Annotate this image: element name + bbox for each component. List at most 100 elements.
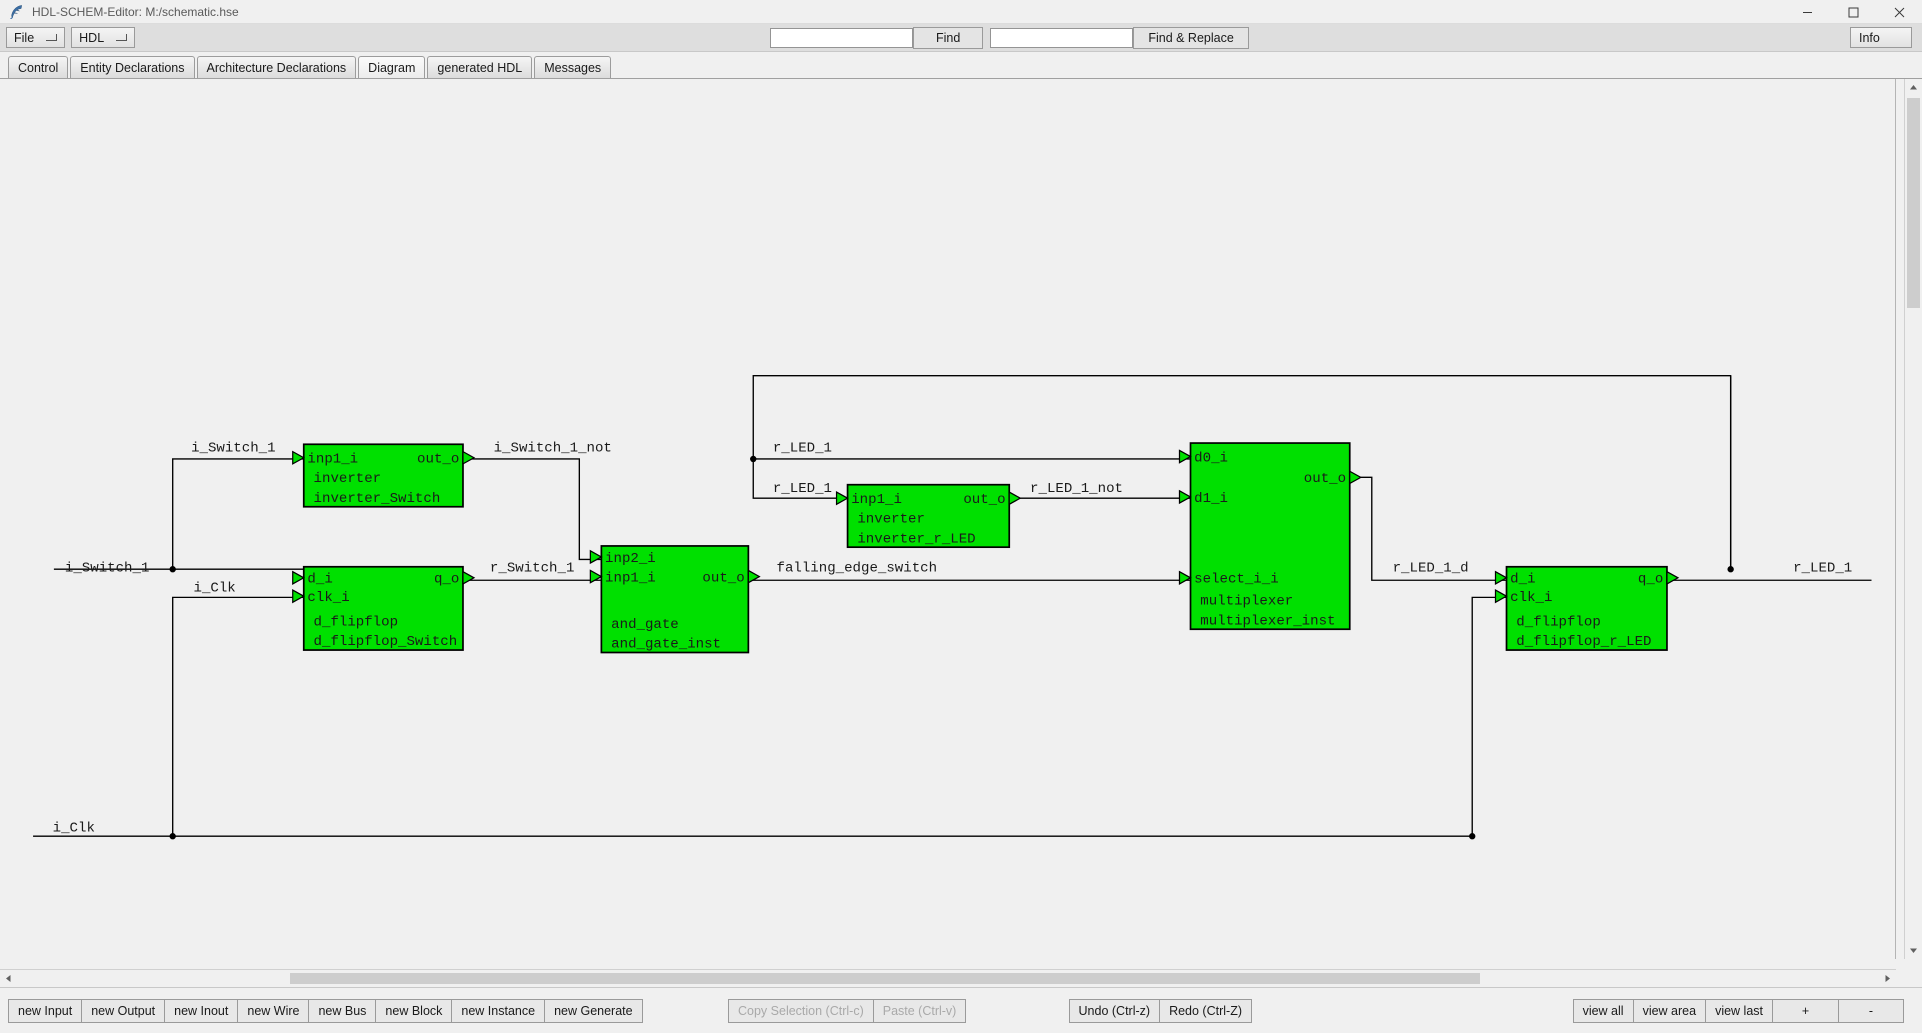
find-replace-input[interactable] [990, 27, 1134, 48]
zoom-in-button[interactable]: + [1772, 998, 1838, 1023]
output-port-arrow-icon [1008, 491, 1022, 506]
block-d-flipflop-switch[interactable]: d_i clk_i q_o d_flipflop d_flipflop_Switch [292, 565, 476, 651]
tab-label: Entity Declarations [80, 60, 185, 75]
tab-generated-hdl[interactable]: generated HDL [427, 56, 533, 78]
output-port-label-out_o: out_o [702, 570, 744, 586]
vertical-scroll-thumb[interactable] [1907, 98, 1920, 308]
wire-label-falling-edge-switch: falling_edge_switch [777, 561, 938, 577]
bottom-toolbar: new Input new Output new Inout new Wire new … [0, 987, 1922, 1033]
input-port-arrow-icon [292, 570, 306, 585]
scroll-down-icon[interactable] [1905, 942, 1922, 959]
input-port-label-inp1_i: inp1_i [307, 452, 358, 468]
wire-i-switch-1-not[interactable] [462, 458, 602, 561]
scroll-right-icon[interactable] [1879, 970, 1896, 987]
info-button-label: Info [1859, 30, 1880, 45]
button-new-wire[interactable]: new Wire [237, 998, 309, 1023]
block-entity-label: multiplexer [1200, 594, 1293, 610]
horizontal-scroll-thumb[interactable] [290, 973, 1480, 984]
undo-button[interactable]: Undo (Ctrl-z) [1068, 998, 1160, 1023]
find-replace-button[interactable]: Find & Replace [1133, 26, 1249, 49]
input-port-label-d0_i: d0_i [1194, 450, 1228, 466]
block-d-flipflop-r-led[interactable]: d_i clk_i q_o d_flipflop d_flipflop_r_LED [1494, 565, 1680, 651]
block-instance-label: d_flipflop_Switch [314, 634, 458, 650]
horizontal-scrollbar[interactable] [0, 969, 1896, 987]
window-controls [1784, 0, 1922, 24]
block-entity-label: and_gate [611, 617, 679, 633]
block-entity-label: inverter [314, 471, 382, 487]
tab-diagram[interactable]: Diagram [358, 56, 426, 78]
output-port-label-out_o: out_o [417, 452, 459, 468]
close-icon[interactable] [1876, 0, 1922, 24]
wire-junction [169, 566, 176, 573]
output-port-arrow-icon [1666, 570, 1680, 585]
block-instance-label: inverter_Switch [314, 491, 441, 507]
tab-messages[interactable]: Messages [534, 56, 612, 78]
block-group: inp1_i out_o inverter inverter_Switch d_iclk… [292, 442, 1680, 654]
button-new-inout[interactable]: new Inout [164, 998, 238, 1023]
wire-i-clk-to-dff-led[interactable] [1471, 596, 1507, 837]
scroll-left-icon[interactable] [0, 970, 17, 987]
maximize-icon[interactable] [1830, 0, 1876, 24]
copy-selection-button: Copy Selection (Ctrl-c) [728, 998, 873, 1023]
block-entity-label: inverter [857, 512, 925, 528]
button-new-output[interactable]: new Output [81, 998, 165, 1023]
button-view-all[interactable]: view all [1572, 998, 1633, 1023]
vertical-scrollbar[interactable] [1904, 79, 1922, 959]
window-title: HDL-SCHEM-Editor: M:/schematic.hse [32, 4, 239, 19]
menu-hdl[interactable]: HDL [71, 27, 136, 48]
input-port-arrow-icon [1178, 449, 1192, 464]
title-bar: HDL-SCHEM-Editor: M:/schematic.hse [0, 0, 1922, 24]
diagram-canvas-region: inp1_i out_o inverter inverter_Switch d_i clk… [0, 79, 1922, 987]
block-and-gate[interactable]: inp2_i inp1_i out_o and_gate and_gate_inst [589, 545, 761, 654]
find-toolbar: Find Find & Replace [770, 26, 1249, 49]
button-new-instance[interactable]: new Instance [451, 998, 545, 1023]
block-multiplexer[interactable]: d0_i d1_i select_i_i out_o multiplexer multip… [1178, 442, 1363, 631]
tab-label: Architecture Declarations [206, 60, 347, 75]
schematic-drawing: inp1_i out_o inverter inverter_Switch d_iclk… [33, 375, 1872, 840]
wire-i-clk-to-dff-switch[interactable] [172, 596, 304, 837]
wire-label-i-switch-1-top: i_Switch_1 [191, 441, 275, 457]
wire-label-r-switch-1: r_Switch_1 [490, 561, 574, 577]
button-view-area[interactable]: view area [1632, 998, 1706, 1023]
block-inverter-switch[interactable]: inp1_i out_o inverter inverter_Switch [292, 443, 476, 508]
button-new-input[interactable]: new Input [8, 998, 82, 1023]
menu-hdl-label: HDL [79, 30, 105, 45]
chevron-down-icon [46, 33, 59, 42]
block-instance-label: inverter_r_LED [857, 531, 975, 547]
wire-i-switch-1-to-inverter[interactable] [172, 458, 304, 570]
clipboard-buttons: Copy Selection (Ctrl-c) Paste (Ctrl-v) [728, 998, 967, 1023]
tab-label: Control [18, 60, 59, 75]
button-new-bus[interactable]: new Bus [308, 998, 376, 1023]
button-new-generate[interactable]: new Generate [544, 998, 643, 1023]
output-port-arrow-icon [1349, 470, 1363, 485]
tab-entity-declarations[interactable]: Entity Declarations [70, 56, 195, 78]
input-port-label-inp1_i: inp1_i [605, 570, 656, 586]
menu-file[interactable]: File [6, 27, 66, 48]
find-button[interactable]: Find [913, 26, 984, 49]
tab-architecture-declarations[interactable]: Architecture Declarations [196, 56, 357, 78]
find-input[interactable] [770, 27, 913, 48]
block-instance-label: d_flipflop_r_LED [1516, 634, 1651, 650]
button-new-block[interactable]: new Block [375, 998, 452, 1023]
input-port-arrow-icon [1494, 570, 1508, 585]
menu-bar: File HDL Find Find & Replace Info [0, 24, 1922, 52]
input-port-label-inp2_i: inp2_i [605, 551, 656, 567]
wire-label-i-switch-1-not: i_Switch_1_not [494, 441, 612, 457]
chevron-down-icon [116, 33, 129, 42]
tab-label: Diagram [368, 60, 416, 75]
wire-label-r-led-1-second: r_LED_1 [773, 481, 832, 497]
wire-label-r-led-1-top: r_LED_1 [773, 441, 832, 457]
minimize-icon[interactable] [1784, 0, 1830, 24]
block-inverter-r-led[interactable]: inp1_i out_o inverter inverter_r_LED [835, 483, 1022, 549]
schematic-canvas[interactable]: inp1_i out_o inverter inverter_Switch d_i clk… [0, 79, 1896, 959]
tab-control[interactable]: Control [8, 56, 69, 78]
info-button[interactable]: Info [1850, 27, 1912, 48]
zoom-out-button[interactable]: - [1838, 998, 1904, 1023]
button-view-last[interactable]: view last [1705, 998, 1772, 1023]
output-port-label-q_o: q_o [434, 572, 459, 588]
wire-label-r-led-1-not: r_LED_1_not [1030, 481, 1123, 497]
input-port-label-d_i: d_i [1510, 572, 1535, 588]
redo-button[interactable]: Redo (Ctrl-Z) [1159, 998, 1252, 1023]
scroll-up-icon[interactable] [1905, 79, 1922, 96]
output-port-arrow-icon [462, 450, 476, 465]
